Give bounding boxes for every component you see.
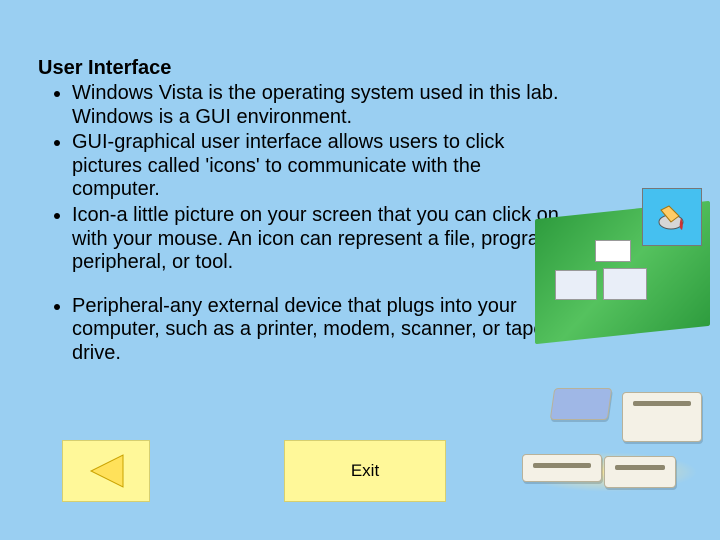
window-graphic bbox=[595, 240, 631, 262]
tape-drive-graphic bbox=[604, 456, 676, 488]
content-block: User Interface Windows Vista is the oper… bbox=[38, 56, 568, 368]
bullet-item: Windows Vista is the operating system us… bbox=[72, 82, 568, 129]
window-graphic bbox=[603, 268, 647, 300]
exit-button-label: Exit bbox=[351, 461, 379, 481]
modem-graphic bbox=[550, 388, 612, 420]
peripherals-illustration bbox=[508, 360, 708, 500]
icons-illustration bbox=[535, 210, 710, 335]
bullet-list: Windows Vista is the operating system us… bbox=[38, 82, 568, 366]
bullet-item: Peripheral-any external device that plug… bbox=[72, 295, 568, 366]
paint-bucket-icon bbox=[642, 188, 702, 246]
bullet-item: GUI-graphical user interface allows user… bbox=[72, 131, 568, 202]
slide: User Interface Windows Vista is the oper… bbox=[0, 0, 720, 540]
window-graphic bbox=[555, 270, 597, 300]
printer-graphic bbox=[622, 392, 702, 442]
scanner-graphic bbox=[522, 454, 602, 482]
arrow-left-icon bbox=[83, 451, 129, 491]
slide-title: User Interface bbox=[38, 56, 568, 80]
exit-button[interactable]: Exit bbox=[284, 440, 446, 502]
bullet-item: Icon-a little picture on your screen tha… bbox=[72, 204, 568, 275]
back-button[interactable] bbox=[62, 440, 150, 502]
